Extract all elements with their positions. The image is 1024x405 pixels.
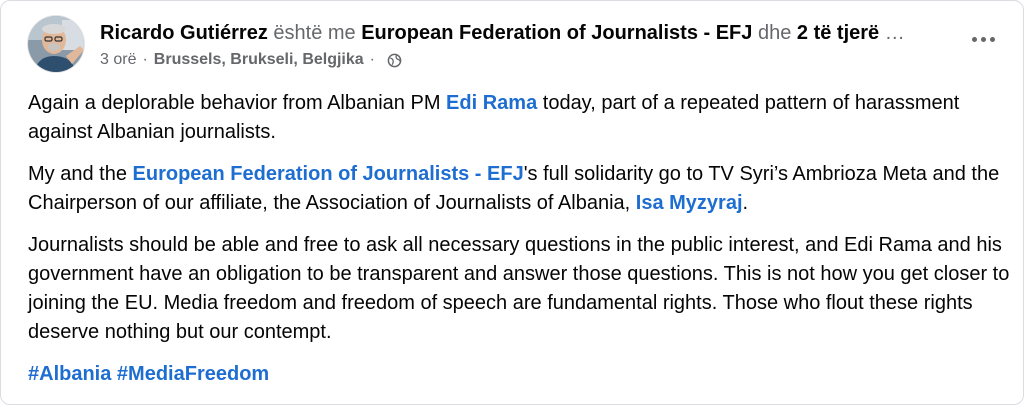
post-body: Again a deplorable behavior from Albania…	[28, 89, 1013, 402]
hashtags: #Albania #MediaFreedom	[28, 360, 1013, 389]
hashtag-albania[interactable]: #Albania	[28, 363, 111, 385]
others-link[interactable]: 2 të tjerë	[797, 22, 879, 44]
efj-page-link[interactable]: European Federation of Journalists - EFJ	[133, 163, 524, 185]
with-text: është me	[273, 22, 356, 44]
paragraph-1: Again a deplorable behavior from Albania…	[28, 92, 960, 143]
author-name-link[interactable]: Ricardo Gutiérrez	[100, 22, 268, 44]
meta-separator: ·	[142, 51, 148, 68]
edi-rama-link[interactable]: Edi Rama	[446, 92, 537, 114]
post-meta: 3 orë · Brussels, Brukseli, Belgjika ·	[100, 50, 402, 70]
location-link[interactable]: Brussels, Brukseli, Belgjika	[154, 50, 364, 70]
tagged-page-link[interactable]: European Federation of Journalists - EFJ	[361, 22, 752, 44]
isa-myzyraj-link[interactable]: Isa Myzyraj	[636, 192, 743, 214]
facebook-post: Ricardo Gutiérrez është me European Fede…	[0, 0, 1024, 405]
author-line: Ricardo Gutiérrez është me European Fede…	[100, 20, 905, 46]
avatar-image	[28, 16, 84, 72]
hashtag-mediafreedom[interactable]: #MediaFreedom	[117, 363, 269, 385]
meta-separator-2: ·	[369, 51, 375, 68]
paragraph-3: Journalists should be able and free to a…	[28, 234, 1010, 343]
paragraph-2: My and the European Federation of Journa…	[28, 163, 1000, 214]
globe-icon[interactable]	[387, 53, 402, 68]
post-header: Ricardo Gutiérrez është me European Fede…	[28, 13, 1003, 73]
timestamp-link[interactable]: 3 orë	[100, 50, 136, 70]
and-text: dhe	[757, 22, 792, 44]
truncation-ellipsis: …	[884, 22, 905, 44]
avatar[interactable]	[28, 16, 84, 72]
more-dots-icon	[971, 36, 977, 42]
more-options-button[interactable]	[963, 21, 1003, 57]
